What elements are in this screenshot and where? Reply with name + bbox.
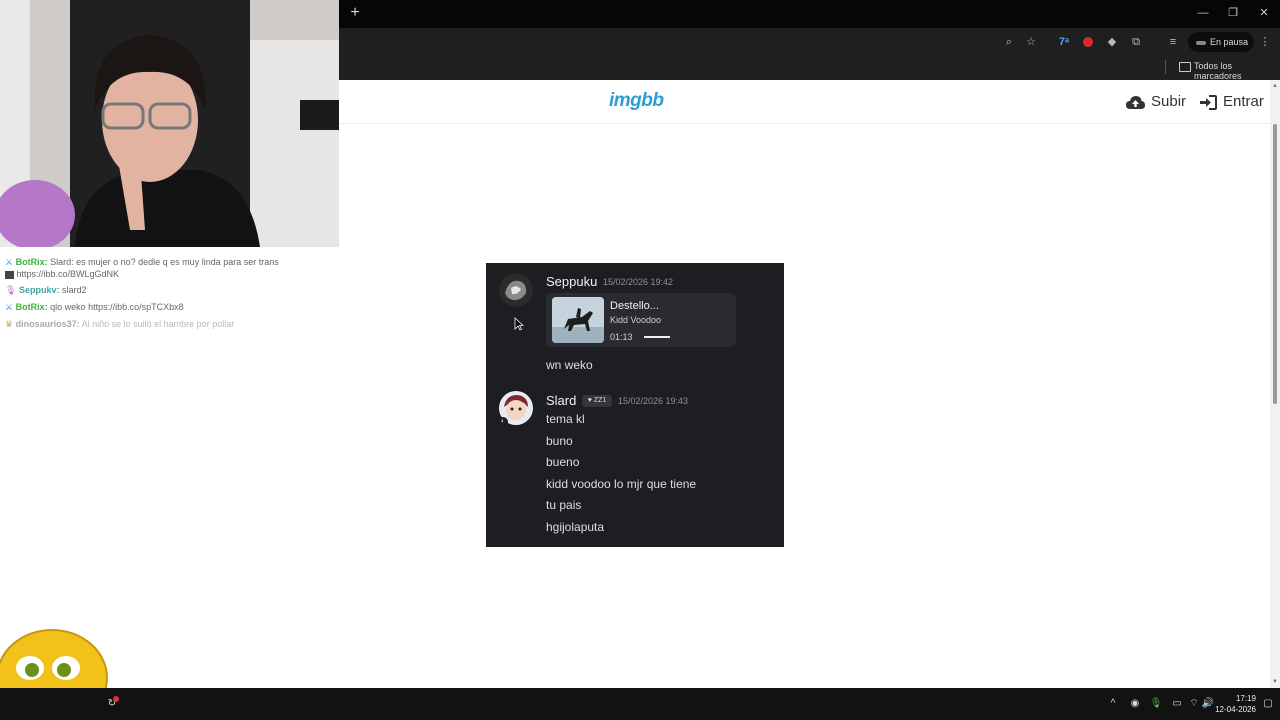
translate-extension-icon[interactable]: 7ᵃ xyxy=(1054,32,1074,52)
new-tab-icon[interactable]: + xyxy=(347,4,363,22)
tray-expand-icon[interactable]: ^ xyxy=(1105,696,1121,712)
taskbar-clock[interactable]: 17:19 12-04-2026 xyxy=(1206,693,1256,715)
music-embed[interactable]: Destello... Kidd Voodoo 01:13 xyxy=(546,293,736,347)
message-author[interactable]: Seppuku xyxy=(546,274,597,289)
mic-icon: 🎙 xyxy=(5,285,17,295)
login-button[interactable]: Entrar xyxy=(1200,91,1264,113)
login-label: Entrar xyxy=(1223,93,1264,110)
status-icon: ◐ xyxy=(498,417,508,427)
display-icon[interactable]: ▭ xyxy=(1169,696,1185,712)
site-logo[interactable]: imgbb xyxy=(609,90,664,112)
media-control-icon[interactable]: ≡ xyxy=(1163,32,1183,52)
message-text: hgijolaputa xyxy=(546,520,605,534)
image-thumb-icon xyxy=(5,270,14,279)
browser-toolbar: ⌕ ☆ 7ᵃ ◆ ⧉ ≡ En pausa ⋮ xyxy=(339,28,1280,56)
webcam-overlay xyxy=(0,0,339,247)
mouse-cursor-icon xyxy=(514,317,524,331)
clock-time: 17:19 xyxy=(1235,694,1256,703)
message-timestamp: 15/02/2026 19:42 xyxy=(603,277,674,287)
bookmarks-divider xyxy=(1165,60,1166,74)
chat-line: https://ibb.co/BWLgGdNK xyxy=(5,269,119,279)
stream-chat: ⚔ BotRix: Slard: es mujer o no? dedle q … xyxy=(0,247,339,688)
chat-user: dinosaurios37: xyxy=(15,319,80,329)
bookmark-star-icon[interactable]: ☆ xyxy=(1021,32,1041,52)
chat-text: Al niño se lo suiló el hambre por pollar xyxy=(81,319,235,329)
chat-text: qlo weko https://ibb.co/spTCXbx8 xyxy=(50,302,184,312)
guild-tag-label: ZZ1 xyxy=(593,397,607,404)
sign-in-icon xyxy=(1200,94,1217,110)
imgbb-page: imgbb Subir Entrar Seppuku 15/02/2026 19… xyxy=(339,80,1270,688)
site-header: imgbb Subir Entrar xyxy=(339,80,1270,124)
chat-line: ♛ dinosaurios37: Al niño se lo suiló el … xyxy=(5,319,234,330)
clock-date: 12-04-2026 xyxy=(1215,705,1256,714)
zoom-icon[interactable]: ⌕ xyxy=(999,32,1019,52)
message-author[interactable]: Slard xyxy=(546,393,576,408)
notifications-icon[interactable]: ▢ xyxy=(1260,696,1276,712)
microphone-icon[interactable]: 🎙 xyxy=(1148,696,1164,712)
chat-text: Slard: es mujer o no? dedle q es muy lin… xyxy=(50,257,279,267)
message-text: tu pais xyxy=(546,498,582,512)
crown-icon: ♛ xyxy=(5,319,14,329)
message-text: kidd voodoo lo mjr que tiene xyxy=(546,477,697,491)
chat-user: Seppukv: xyxy=(18,285,60,295)
guild-tag-badge: ♥ ZZ1 xyxy=(582,395,612,407)
message-timestamp: 15/02/2026 19:43 xyxy=(618,396,689,406)
sword-icon: ⚔ xyxy=(5,302,14,312)
chat-line: ⚔ BotRix: qlo weko https://ibb.co/spTCXb… xyxy=(5,302,184,313)
page-scrollbar[interactable]: ▲ ▼ xyxy=(1270,80,1280,688)
bookmarks-bar: Todos los marcadores xyxy=(339,56,1280,81)
browser-tab-bar: + — ❐ ✕ xyxy=(339,0,1280,28)
avatar-seppuku-image xyxy=(499,273,533,307)
upload-label: Subir xyxy=(1151,93,1187,110)
close-icon[interactable]: ✕ xyxy=(1254,4,1274,22)
scrollbar-thumb[interactable] xyxy=(1273,124,1277,404)
song-artist: Kidd Voodoo xyxy=(610,315,662,325)
taskbar: ↻ ^ ◉ 🎙 ▭ ⌔ 🔊 17:19 12-04-2026 ▢ xyxy=(0,688,1280,720)
emoji-sticker xyxy=(0,628,110,720)
profile-avatar-icon xyxy=(1196,40,1206,45)
scroll-down-arrow-icon[interactable]: ▼ xyxy=(1272,678,1278,686)
emoji-face-icon xyxy=(0,629,108,720)
webcam-video xyxy=(0,0,339,247)
chat-line: 🎙 Seppukv: slard2 xyxy=(5,285,87,296)
chat-text: slard2 xyxy=(61,285,87,295)
scroll-up-arrow-icon[interactable]: ▲ xyxy=(1272,82,1278,90)
folder-icon xyxy=(1179,62,1191,72)
menu-kebab-icon[interactable]: ⋮ xyxy=(1255,32,1275,52)
profile-button[interactable]: En pausa xyxy=(1188,32,1254,52)
uploaded-image[interactable]: Seppuku 15/02/2026 19:42 Destello... Kid… xyxy=(486,263,784,547)
restore-icon[interactable]: ❐ xyxy=(1223,4,1243,22)
discord-tray-icon[interactable]: ◉ xyxy=(1127,696,1143,712)
song-elapsed: 01:13 xyxy=(610,332,633,342)
screen: + — ❐ ✕ ⌕ ☆ 7ᵃ ◆ ⧉ ≡ En pausa ⋮ Todos lo… xyxy=(0,0,1280,720)
message-text: tema kl xyxy=(546,412,585,426)
all-bookmarks-link[interactable]: Todos los marcadores xyxy=(1194,61,1280,81)
message-text: buno xyxy=(546,434,573,448)
song-title: Destello... xyxy=(610,300,659,312)
song-progress-bar xyxy=(644,336,670,338)
adblock-extension-icon[interactable] xyxy=(1078,32,1098,52)
upload-button[interactable]: Subir xyxy=(1126,91,1186,113)
chat-user: BotRix: xyxy=(15,257,48,267)
cloud-upload-icon xyxy=(1126,95,1145,109)
chat-text: https://ibb.co/BWLgGdNK xyxy=(16,269,120,279)
album-cover-image xyxy=(552,297,604,343)
message-text: bueno xyxy=(546,455,580,469)
minimize-icon[interactable]: — xyxy=(1193,4,1213,22)
sword-icon: ⚔ xyxy=(5,257,14,267)
message-text: wn weko xyxy=(546,358,593,372)
diamond-extension-icon[interactable]: ◆ xyxy=(1102,32,1122,52)
chat-line: ⚔ BotRix: Slard: es mujer o no? dedle q … xyxy=(5,257,279,268)
notification-dot xyxy=(113,696,119,702)
album-cover xyxy=(552,297,604,343)
chat-user: BotRix: xyxy=(15,302,48,312)
extensions-puzzle-icon[interactable]: ⧉ xyxy=(1126,32,1146,52)
profile-label: En pausa xyxy=(1210,37,1249,47)
avatar-seppuku xyxy=(499,273,533,307)
